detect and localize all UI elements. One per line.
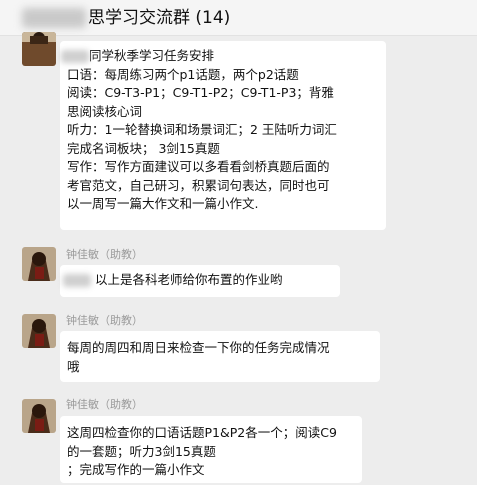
message-line: 以上是各科老师给你布置的作业哟 <box>63 271 334 290</box>
avatar[interactable] <box>22 247 56 281</box>
message-bubble[interactable]: 每周的周四和周日来检查一下你的任务完成情况 哦 <box>60 331 380 382</box>
avatar[interactable] <box>22 32 56 66</box>
message-line: 完成名词板块； 3剑15真题 <box>67 140 220 156</box>
message-line: 以一周写一篇大作文和一篇小作文. <box>67 196 259 211</box>
avatar-photo-icon <box>22 247 56 281</box>
message-line: 的一套题；听力3剑15真题 <box>67 443 216 459</box>
message-line: 哦 <box>67 358 80 374</box>
message-line: 同学秋季学习任务安排 <box>61 47 380 66</box>
avatar-photo-icon <box>22 314 56 348</box>
avatar-photo-icon <box>22 399 56 433</box>
message-line: ；完成写作的一篇小作文 <box>67 462 205 477</box>
avatar[interactable] <box>22 314 56 348</box>
chat-title[interactable]: 思学习交流群 (14) <box>88 7 230 29</box>
message-bubble[interactable]: 同学秋季学习任务安排 口语：每周练习两个p1话题，两个p2话题 阅读：C9-T3… <box>60 41 386 230</box>
message-line: 听力：1一轮替换词和场景词汇；2 王陆听力词汇 <box>67 122 337 137</box>
avatar[interactable] <box>22 399 56 433</box>
message-line: 每周的周四和周日来检查一下你的任务完成情况 <box>67 340 330 355</box>
message-line: 写作：写作方面建议可以多看看剑桥真题后面的 <box>67 159 330 174</box>
redacted-mention <box>63 274 91 287</box>
message-line: 思阅读核心词 <box>67 103 143 119</box>
redacted-group-name <box>22 8 86 28</box>
sender-name: 钟佳敏（助教） <box>66 398 143 411</box>
message-bubble[interactable]: 以上是各科老师给你布置的作业哟 <box>60 265 340 297</box>
redacted-mention <box>61 50 89 63</box>
chat-title-bar: 思学习交流群 (14) <box>0 0 477 36</box>
message-line: 阅读：C9-T3-P1；C9-T1-P2；C9-T1-P3；背雅 <box>67 85 334 100</box>
message-line: 口语：每周练习两个p1话题，两个p2话题 <box>67 66 299 82</box>
message-bubble[interactable]: 这周四检查你的口语话题P1&P2各一个；阅读C9 的一套题；听力3剑15真题 ；… <box>60 416 362 483</box>
avatar-photo-icon <box>22 32 56 66</box>
sender-name: 钟佳敏（助教） <box>66 314 143 327</box>
sender-name: 钟佳敏（助教） <box>66 248 143 261</box>
message-line: 考官范文，自己研习，积累词句表达，同时也可 <box>67 177 330 193</box>
message-line: 这周四检查你的口语话题P1&P2各一个；阅读C9 <box>67 425 337 440</box>
